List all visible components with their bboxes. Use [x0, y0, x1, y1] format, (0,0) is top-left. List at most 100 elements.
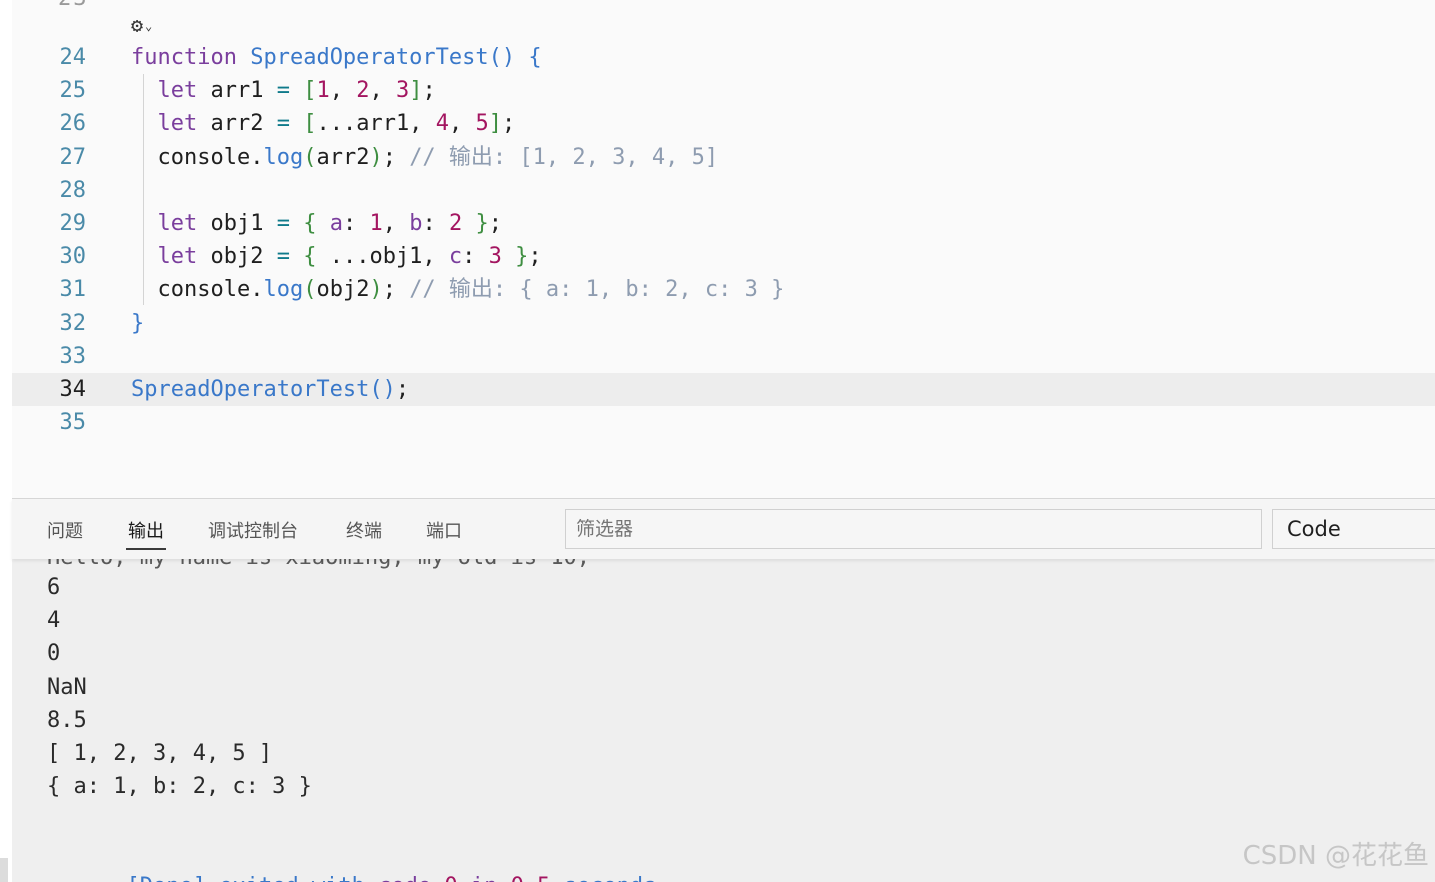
tab-ports[interactable]: 端口 — [426, 517, 462, 547]
line-number: 31 — [59, 277, 87, 303]
output-done-line: [Done] exited with code=0 in 0.5 seconds — [47, 837, 656, 882]
activity-edge — [0, 0, 12, 882]
code-line[interactable]: 35 — [12, 406, 1435, 439]
code-token: : — [342, 211, 370, 236]
code-token: SpreadOperatorTest — [131, 377, 370, 402]
done-text: exited with — [206, 874, 378, 882]
done-code-key: code — [378, 874, 431, 882]
output-line: 4 — [47, 608, 61, 634]
line-number: 30 — [59, 244, 87, 270]
code-line[interactable]: 32} — [12, 307, 1435, 340]
code-token: 5 — [475, 111, 489, 137]
code-token: , — [382, 211, 410, 236]
code-token: let — [157, 211, 211, 236]
code-token: ; — [422, 78, 436, 104]
code-text: } — [131, 307, 144, 340]
code-token: obj1 — [210, 211, 277, 236]
code-token: ; — [488, 211, 502, 236]
code-token: : — [462, 244, 489, 270]
code-token: [ — [303, 111, 317, 137]
code-token: ; — [395, 377, 410, 402]
code-line[interactable]: 24 function SpreadOperatorTest() { — [12, 41, 1435, 74]
code-token: = — [276, 111, 304, 137]
code-text: console.log(arr2); // 输出: [1, 2, 3, 4, 5… — [131, 141, 718, 174]
code-token: a — [329, 211, 343, 236]
code-token: SpreadOperatorTest — [250, 45, 489, 70]
code-text: let obj1 = { a: 1, b: 2 }; — [131, 207, 502, 240]
done-unit: seconds — [550, 874, 657, 882]
code-token: arr2 — [316, 144, 370, 170]
code-token: console. — [131, 277, 264, 303]
code-token: 1 — [316, 78, 330, 104]
line-number: 26 — [59, 111, 87, 137]
tab-output[interactable]: 输出 — [126, 517, 166, 550]
code-token: ) — [369, 144, 383, 170]
code-line[interactable]: 25 let arr1 = [1, 2, 3]; — [12, 74, 1435, 107]
line-number: 24 — [59, 45, 87, 70]
code-token: arr2 — [210, 111, 277, 137]
code-line[interactable]: 26 let arr2 = [...arr1, 4, 5]; — [12, 107, 1435, 140]
line-number: 32 — [59, 310, 87, 336]
output-channel-select[interactable]: Code — [1272, 509, 1435, 549]
line-number: 29 — [59, 211, 87, 236]
code-line[interactable]: 33 — [12, 340, 1435, 373]
code-token: { — [303, 211, 317, 236]
code-token: log — [263, 277, 304, 303]
code-token: obj2 — [210, 244, 277, 270]
line-number-ghost: 23 — [58, 0, 89, 11]
filter-input[interactable] — [565, 509, 1262, 549]
tab-terminal[interactable]: 终端 — [346, 517, 382, 547]
vscode-window: 23 ⚙ ⌄ 24function SpreadOperatorTest() {… — [0, 0, 1435, 882]
output-line: NaN — [47, 674, 87, 700]
code-token: function — [131, 45, 251, 70]
tab-problems[interactable]: 问题 — [47, 517, 83, 547]
code-editor[interactable]: 23 ⚙ ⌄ 24 function SpreadOperatorTest () {… — [12, 0, 1435, 498]
output-line: { a: 1, b: 2, c: 3 } — [47, 774, 312, 800]
code-token: , — [448, 111, 476, 137]
code-token: c — [448, 244, 463, 270]
output-view[interactable]: Hello, my name is xiaoming, my old is 10… — [12, 559, 1435, 882]
code-token: log — [263, 144, 304, 170]
code-line[interactable]: 31 console.log(obj2); // 输出: { a: 1, b: … — [12, 273, 1435, 306]
code-token: ] — [488, 111, 502, 137]
code-line[interactable]: 27 console.log(arr2); // 输出: [1, 2, 3, 4… — [12, 141, 1435, 174]
code-text: SpreadOperatorTest(); — [131, 373, 409, 406]
code-text: let arr2 = [...arr1, 4, 5]; — [131, 107, 516, 140]
code-token: ; — [528, 244, 542, 270]
codelens-action[interactable]: ⚙ ⌄ — [131, 12, 152, 38]
code-token: [ — [303, 78, 317, 104]
panel-header: 问题 输出 调试控制台 终端 端口 Code — [12, 499, 1435, 559]
code-line[interactable]: 28 — [12, 174, 1435, 207]
code-token: let — [157, 244, 211, 270]
chevron-down-icon[interactable]: ⌄ — [145, 20, 152, 32]
code-token: b — [409, 211, 423, 236]
code-token: { — [528, 45, 542, 70]
code-line[interactable]: 29 let obj1 = { a: 1, b: 2 }; — [12, 207, 1435, 240]
done-code-value: =0 — [431, 874, 458, 882]
code-token: ( — [303, 277, 317, 303]
code-token: // 输出: { a: 1, b: 2, c: 3 } — [409, 277, 785, 303]
code-token: let — [157, 111, 211, 137]
code-token: obj2 — [316, 277, 370, 303]
line-number: 34 — [59, 377, 87, 402]
output-line: 6 — [47, 575, 61, 600]
code-token: : — [422, 211, 449, 236]
code-line[interactable]: 30 let obj2 = { ...obj1, c: 3 }; — [12, 240, 1435, 273]
code-token: 2 — [448, 211, 463, 236]
code-line[interactable]: 34 SpreadOperatorTest(); — [12, 373, 1435, 406]
scrollbar[interactable] — [0, 858, 8, 882]
gear-sparkle-icon[interactable]: ⚙ — [131, 15, 143, 35]
code-token: ; — [501, 111, 516, 137]
tab-debug-console[interactable]: 调试控制台 — [208, 517, 298, 547]
code-token: arr1 — [210, 78, 277, 104]
code-token: ; — [382, 144, 410, 170]
code-token: } — [131, 310, 145, 336]
code-token: = — [276, 244, 304, 270]
output-line: 8.5 — [47, 707, 87, 733]
